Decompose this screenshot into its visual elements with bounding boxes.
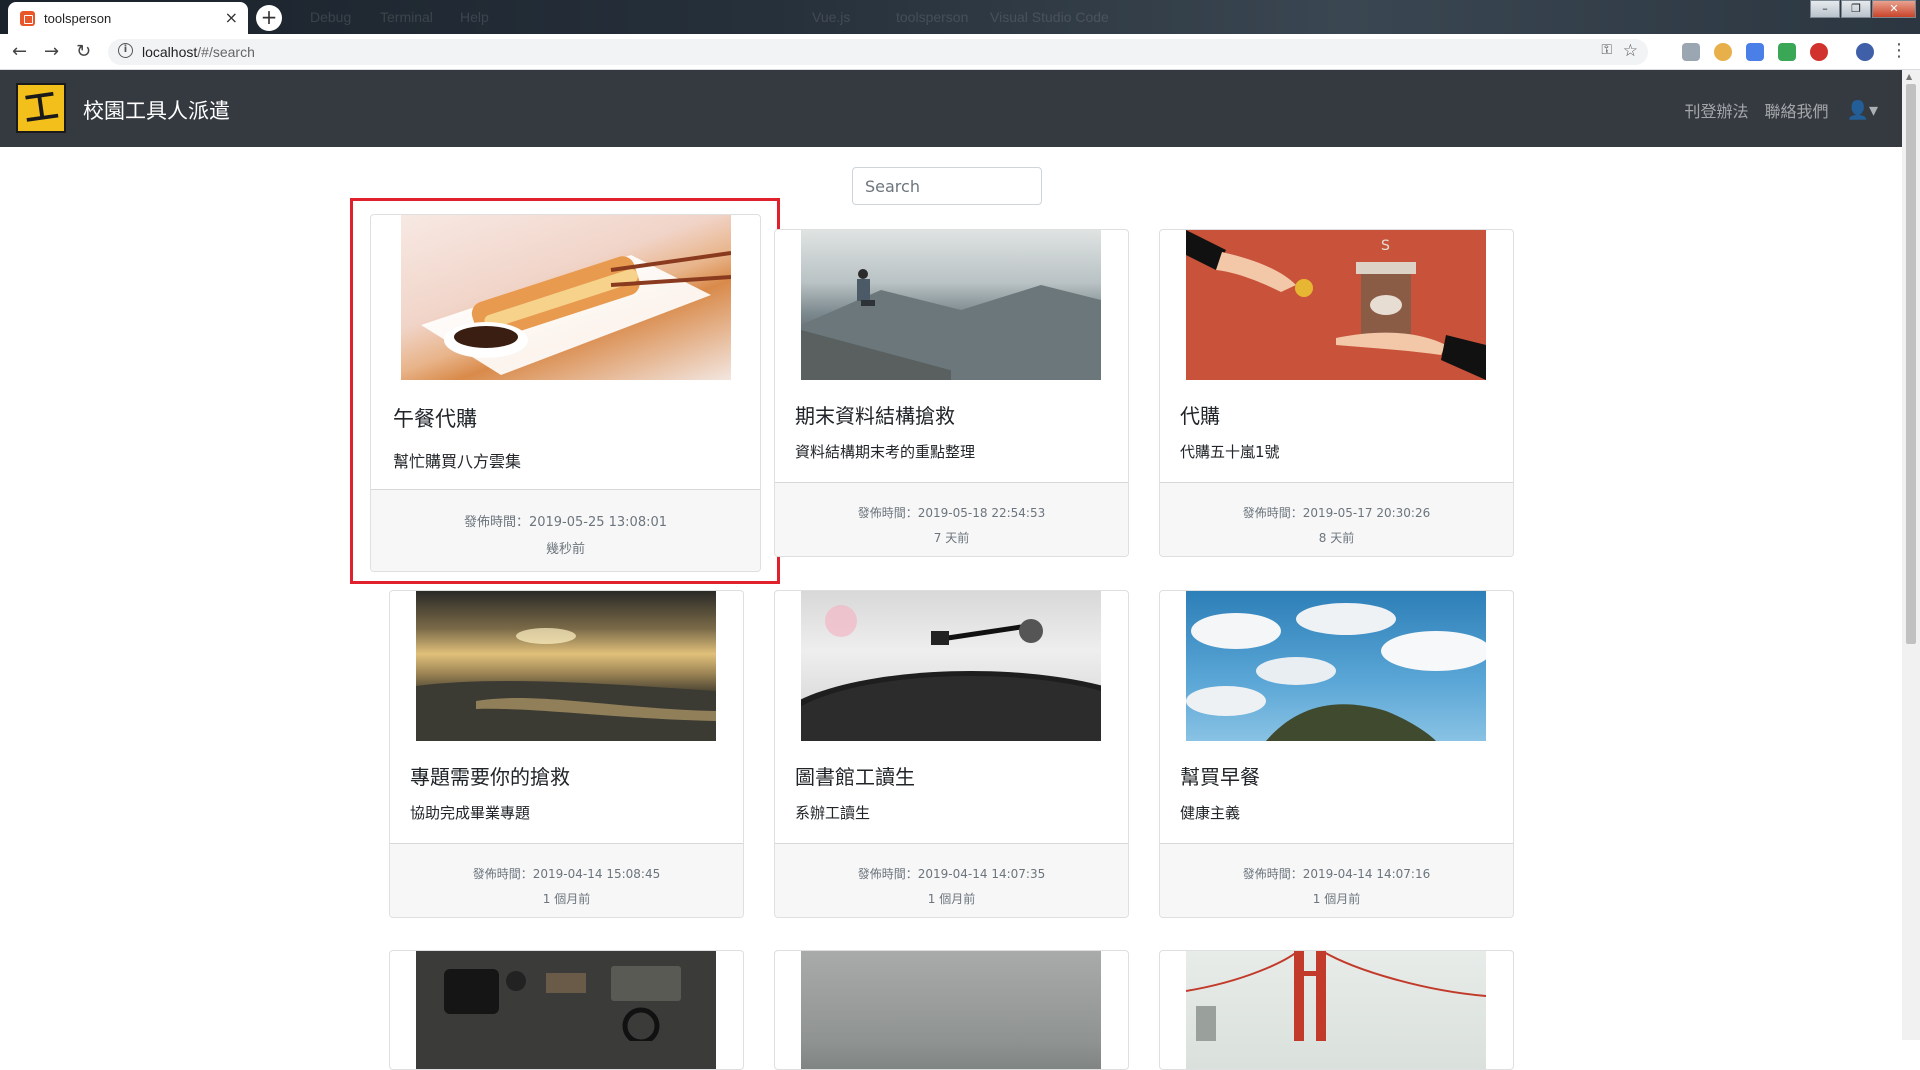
- maximize-button[interactable]: ❐: [1841, 0, 1871, 18]
- job-card[interactable]: 幫買早餐 健康主義 發佈時間：2019-04-14 14:07:16 1 個月前: [1159, 590, 1514, 918]
- card-relative-time: 8 天前: [1318, 531, 1355, 545]
- card-posted-time: 發佈時間：2019-05-18 22:54:53: [857, 506, 1046, 520]
- logo-glyph: 工: [21, 85, 61, 131]
- app-brand[interactable]: 校園工具人派遣: [83, 95, 230, 125]
- card-title[interactable]: 專題需要你的搶救: [410, 761, 570, 790]
- card-footer: 發佈時間：2019-05-17 20:30:26 8 天前: [1160, 482, 1513, 556]
- app-logo[interactable]: 工: [16, 83, 66, 133]
- url-host: localhost: [142, 44, 198, 60]
- reload-icon[interactable]: ↻: [76, 41, 91, 62]
- card-posted-time: 發佈時間：2019-04-14 14:07:35: [857, 867, 1046, 881]
- address-bar[interactable]: i localhost/#/search ⚿ ☆: [108, 39, 1648, 65]
- cloudy-sky-photo: [1186, 591, 1491, 741]
- card-title[interactable]: 午餐代購: [393, 403, 477, 433]
- card-text: 資料結構期末考的重點整理: [795, 443, 976, 461]
- card-relative-time: 7 天前: [933, 531, 970, 545]
- card-relative-time: 幾秒前: [545, 542, 585, 557]
- browser-tab[interactable]: toolsperson ×: [8, 2, 248, 34]
- forward-arrow-icon[interactable]: →: [44, 41, 59, 62]
- scrollbar-thumb[interactable]: [1906, 84, 1916, 644]
- background-window-text: Help: [460, 9, 489, 25]
- site-info-icon[interactable]: i: [118, 43, 133, 58]
- profile-avatar-icon[interactable]: [1856, 43, 1874, 61]
- card-relative-time: 1 個月前: [1312, 892, 1361, 906]
- record-player-photo: [775, 591, 1128, 791]
- nav-links: 刊登辦法 聯絡我們 👤▾: [1669, 98, 1878, 122]
- background-window-text: Visual Studio Code: [990, 9, 1109, 25]
- card-title[interactable]: 圖書館工讀生: [795, 761, 915, 790]
- job-card[interactable]: 圖書館工讀生 系辦工讀生 發佈時間：2019-04-14 14:07:35 1 …: [774, 590, 1129, 918]
- background-window-text: Debug: [310, 9, 352, 25]
- card-footer: 發佈時間：2019-05-25 13:08:01 幾秒前: [371, 489, 760, 571]
- card-posted-time: 發佈時間：2019-04-14 15:08:45: [472, 867, 661, 881]
- background-window-text: toolsperson: [896, 9, 969, 25]
- job-card[interactable]: 專題需要你的搶救 協助完成畢業專題 發佈時間：2019-04-14 15:08:…: [389, 590, 744, 918]
- job-card[interactable]: [389, 950, 744, 1070]
- card-text: 健康主義: [1180, 804, 1241, 822]
- tab-title: toolsperson: [44, 11, 112, 26]
- foggy-coast-photo: [801, 951, 1101, 1069]
- back-arrow-icon[interactable]: ←: [12, 41, 27, 62]
- flatlay-accessories-photo: [416, 951, 716, 1069]
- mountain-view-photo: [801, 230, 1101, 421]
- search-input[interactable]: [852, 167, 1042, 205]
- adblock-icon[interactable]: [1810, 43, 1828, 61]
- job-card[interactable]: [774, 950, 1129, 1070]
- card-relative-time: 1 個月前: [542, 892, 591, 906]
- card-relative-time: 1 個月前: [927, 892, 976, 906]
- vue-devtools-icon[interactable]: [1778, 43, 1796, 61]
- card-footer: 發佈時間：2019-05-18 22:54:53 7 天前: [775, 482, 1128, 556]
- bookmark-star-icon[interactable]: ☆: [1623, 41, 1638, 61]
- card-title[interactable]: 代購: [1180, 400, 1220, 429]
- url-text[interactable]: localhost/#/search: [142, 44, 255, 60]
- job-card[interactable]: 午餐代購 幫忙購買八方雲集 發佈時間：2019-05-25 13:08:01 幾…: [370, 214, 761, 572]
- new-tab-button[interactable]: +: [256, 5, 282, 31]
- color-extension-icon[interactable]: [1714, 43, 1732, 61]
- browser-toolbar: ← → ↻ i localhost/#/search ⚿ ☆ ⋮: [0, 34, 1920, 70]
- nav-post-rules[interactable]: 刊登辦法: [1685, 98, 1749, 122]
- dumplings-photo: [401, 215, 732, 380]
- card-footer: 發佈時間：2019-04-14 14:07:35 1 個月前: [775, 843, 1128, 917]
- card-text: 系辦工讀生: [795, 804, 871, 822]
- card-text: 協助完成畢業專題: [410, 804, 531, 822]
- background-window-text: Terminal: [380, 9, 433, 25]
- background-window-text: Vue.js: [812, 9, 851, 25]
- user-menu-icon[interactable]: 👤▾: [1847, 100, 1878, 121]
- card-text: 代購五十嵐1號: [1180, 443, 1280, 461]
- scroll-up-arrow-icon[interactable]: ▲: [1906, 72, 1912, 81]
- nav-contact[interactable]: 聯絡我們: [1765, 98, 1829, 122]
- card-posted-time: 發佈時間：2019-05-17 20:30:26: [1242, 506, 1431, 520]
- golden-gate-bridge-photo: [1185, 951, 1487, 1069]
- browser-menu-icon[interactable]: ⋮: [1890, 40, 1908, 61]
- card-text: 幫忙購買八方雲集: [393, 452, 522, 471]
- browser-titlebar: Debug Terminal Help Vue.js toolsperson V…: [0, 0, 1920, 34]
- tab-close-icon[interactable]: ×: [225, 8, 238, 27]
- card-title[interactable]: 期末資料結構搶救: [795, 400, 955, 429]
- card-footer: 發佈時間：2019-04-14 15:08:45 1 個月前: [390, 843, 743, 917]
- svg-text:S: S: [1381, 238, 1390, 254]
- translate-extension-icon[interactable]: [1746, 43, 1764, 61]
- job-card[interactable]: 期末資料結構搶救 資料結構期末考的重點整理 發佈時間：2019-05-18 22…: [774, 229, 1129, 557]
- window-controls: – ❐ ✕: [1809, 0, 1916, 18]
- job-card[interactable]: S 代購 代購五十嵐1號 發佈時間：2019-05-17 20:30:26 8 …: [1159, 229, 1514, 557]
- window-close-button[interactable]: ✕: [1872, 0, 1916, 18]
- page-scrollbar[interactable]: ▲: [1902, 70, 1920, 1040]
- card-posted-time: 發佈時間：2019-04-14 14:07:16: [1242, 867, 1431, 881]
- download-extension-icon[interactable]: [1682, 43, 1700, 61]
- card-title[interactable]: 幫買早餐: [1180, 761, 1260, 790]
- app-navbar: 工 校園工具人派遣 刊登辦法 聯絡我們 👤▾: [0, 70, 1902, 147]
- site-favicon-icon: [20, 11, 35, 26]
- job-card[interactable]: [1159, 950, 1514, 1070]
- coffee-payment-illustration: S: [1186, 230, 1486, 380]
- password-key-icon[interactable]: ⚿: [1601, 42, 1612, 58]
- card-posted-time: 發佈時間：2019-05-25 13:08:01: [463, 515, 668, 530]
- card-footer: 發佈時間：2019-04-14 14:07:16 1 個月前: [1160, 843, 1513, 917]
- beach-sunset-photo: [416, 591, 716, 741]
- url-path: /#/search: [197, 44, 255, 60]
- minimize-button[interactable]: –: [1810, 0, 1840, 18]
